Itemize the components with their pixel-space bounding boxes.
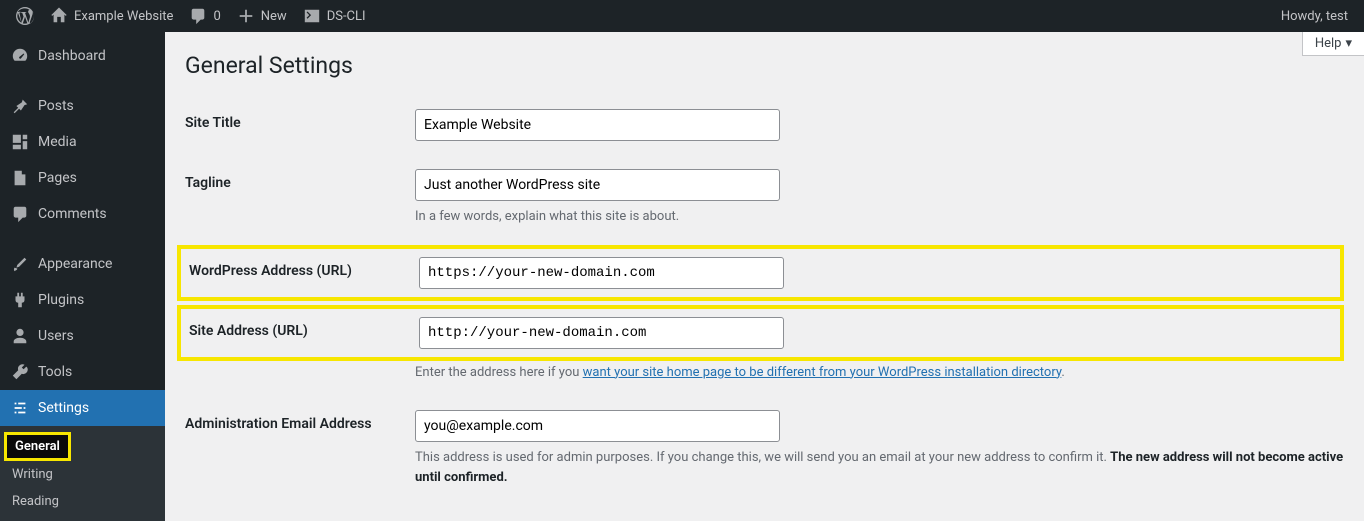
comments-link[interactable]: 0 xyxy=(181,0,228,32)
site-name-text: Example Website xyxy=(74,9,173,24)
plus-icon xyxy=(237,7,255,25)
terminal-icon xyxy=(303,7,321,25)
site-address-description: Enter the address here if you want your … xyxy=(415,363,1344,383)
wp-address-input[interactable] xyxy=(419,257,784,289)
comments-count: 0 xyxy=(213,9,220,24)
menu-pages[interactable]: Pages xyxy=(0,160,165,196)
row-site-address: Site Address (URL) xyxy=(177,305,1344,361)
menu-plugins-label: Plugins xyxy=(38,292,84,308)
dscli-label: DS-CLI xyxy=(327,9,366,24)
menu-users-label: Users xyxy=(38,328,74,344)
wrench-icon xyxy=(10,362,30,382)
page-title: General Settings xyxy=(185,52,1344,79)
admin-email-input[interactable] xyxy=(415,410,780,442)
wp-address-label: WordPress Address (URL) xyxy=(189,257,419,279)
user-icon xyxy=(10,326,30,346)
site-address-desc-pre: Enter the address here if you xyxy=(415,365,583,380)
pin-icon xyxy=(10,96,30,116)
site-title-input[interactable] xyxy=(415,109,780,141)
tagline-label: Tagline xyxy=(185,169,415,191)
menu-tools[interactable]: Tools xyxy=(0,354,165,390)
menu-settings-label: Settings xyxy=(38,400,89,416)
submenu-general[interactable]: General xyxy=(4,432,71,461)
tagline-description: In a few words, explain what this site i… xyxy=(415,207,1344,227)
admin-toolbar: Example Website 0 New DS-CLI Howdy, test xyxy=(0,0,1364,32)
chevron-down-icon: ▾ xyxy=(1345,36,1352,51)
new-label: New xyxy=(261,9,287,24)
help-label: Help xyxy=(1315,36,1342,51)
plugin-icon xyxy=(10,290,30,310)
my-account-link[interactable]: Howdy, test xyxy=(1273,0,1356,32)
submenu-reading[interactable]: Reading xyxy=(0,488,165,515)
page-icon xyxy=(10,168,30,188)
settings-submenu: General Writing Reading xyxy=(0,426,165,521)
menu-tools-label: Tools xyxy=(38,364,72,380)
wordpress-icon xyxy=(16,7,34,25)
tagline-input[interactable] xyxy=(415,169,780,201)
menu-appearance[interactable]: Appearance xyxy=(0,246,165,282)
menu-appearance-label: Appearance xyxy=(38,256,112,272)
home-icon xyxy=(50,7,68,25)
row-admin-email: Administration Email Address This addres… xyxy=(185,400,1344,505)
menu-media[interactable]: Media xyxy=(0,124,165,160)
comment-icon xyxy=(10,204,30,224)
submenu-writing[interactable]: Writing xyxy=(0,461,165,488)
dashboard-icon xyxy=(10,46,30,66)
row-wp-address: WordPress Address (URL) xyxy=(177,245,1344,301)
main-content: Help▾ General Settings Site Title Taglin… xyxy=(165,32,1364,520)
wp-logo-link[interactable] xyxy=(8,0,42,32)
comment-icon xyxy=(189,7,207,25)
brush-icon xyxy=(10,254,30,274)
new-content-link[interactable]: New xyxy=(229,0,295,32)
menu-comments-label: Comments xyxy=(38,206,107,222)
help-tab[interactable]: Help▾ xyxy=(1302,32,1364,56)
howdy-text: Howdy, test xyxy=(1281,9,1348,24)
site-address-desc-link[interactable]: want your site home page to be different… xyxy=(583,365,1062,380)
menu-plugins[interactable]: Plugins xyxy=(0,282,165,318)
row-tagline: Tagline In a few words, explain what thi… xyxy=(185,159,1344,245)
admin-email-description: This address is used for admin purposes.… xyxy=(415,448,1344,487)
menu-comments[interactable]: Comments xyxy=(0,196,165,232)
menu-settings[interactable]: Settings xyxy=(0,390,165,426)
menu-posts-label: Posts xyxy=(38,98,74,114)
menu-media-label: Media xyxy=(38,134,77,150)
row-site-title: Site Title xyxy=(185,99,1344,159)
menu-dashboard-label: Dashboard xyxy=(38,48,106,64)
menu-dashboard[interactable]: Dashboard xyxy=(0,38,165,74)
site-name-link[interactable]: Example Website xyxy=(42,0,181,32)
menu-pages-label: Pages xyxy=(38,170,77,186)
admin-email-desc-1: This address is used for admin purposes.… xyxy=(415,450,1110,465)
site-address-input[interactable] xyxy=(419,317,784,349)
dscli-link[interactable]: DS-CLI xyxy=(295,0,374,32)
site-address-label: Site Address (URL) xyxy=(189,317,419,339)
media-icon xyxy=(10,132,30,152)
site-title-label: Site Title xyxy=(185,109,415,131)
site-address-desc-post: . xyxy=(1061,365,1064,380)
menu-posts[interactable]: Posts xyxy=(0,88,165,124)
admin-sidebar: Dashboard Posts Media Pages Comments App… xyxy=(0,32,165,520)
menu-users[interactable]: Users xyxy=(0,318,165,354)
admin-email-label: Administration Email Address xyxy=(185,410,415,432)
sliders-icon xyxy=(10,398,30,418)
